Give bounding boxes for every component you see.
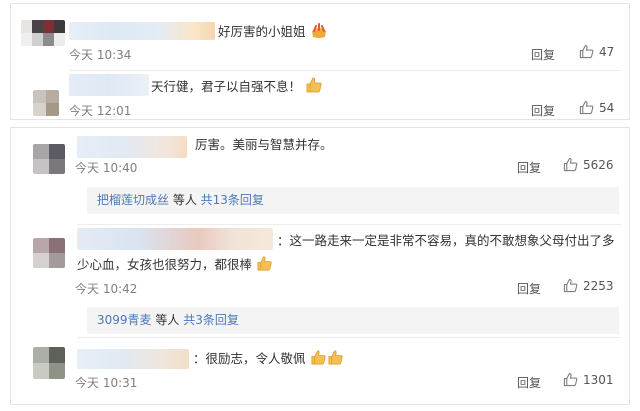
like-button[interactable]: 2253 (563, 278, 614, 293)
comment-text: ：这一路走来一定是非常不容易，真的不敢想象父母付出了多 (277, 233, 615, 248)
comment-text-continued: 少心血，女孩也很努力，都很棒 (77, 254, 273, 275)
like-count: 47 (599, 44, 615, 59)
comment-item: 好厉害的小姐姐 今天 10:34 回复 47 (11, 4, 629, 62)
avatar[interactable] (33, 90, 59, 116)
like-count: 5626 (583, 157, 614, 172)
comment-time: 今天 10:40 (75, 161, 138, 175)
comment-panel-top: 好厉害的小姐姐 今天 10:34 回复 47 天行健，君子以自强不息！ 今天 1… (10, 3, 630, 120)
like-button[interactable]: 1301 (563, 372, 614, 387)
comment-text: ：很励志，令人敬佩 (193, 348, 344, 369)
comment-time: 今天 10:34 (69, 48, 132, 62)
sub-reply-count-link[interactable]: 共13条回复 (201, 193, 264, 207)
thumbs-up-icon (579, 44, 594, 59)
like-button[interactable]: 54 (579, 100, 614, 115)
like-button[interactable]: 5626 (563, 157, 614, 172)
thumbs-up-emoji-icon (257, 256, 272, 271)
reply-button[interactable]: 回复 (531, 46, 555, 63)
sub-reply-middle-text: 等人 (151, 313, 184, 327)
username-blurred[interactable] (77, 136, 187, 158)
reply-button[interactable]: 回复 (517, 280, 541, 297)
sub-reply-user-link[interactable]: 3099青麦 (97, 313, 152, 327)
thumbs-up-icon (563, 372, 578, 387)
username-blurred[interactable] (69, 22, 215, 40)
sub-replies-box[interactable]: 把榴莲切成丝 等人 共13条回复 (87, 187, 619, 214)
like-count: 54 (599, 100, 615, 115)
thumbs-up-emoji-icon (311, 350, 326, 365)
thumbs-up-emoji-icon (328, 350, 343, 365)
like-count: 2253 (583, 278, 614, 293)
comment-item: ：这一路走来一定是非常不容易，真的不敢想象父母付出了多 少心血，女孩也很努力，都… (11, 224, 629, 338)
avatar[interactable] (21, 20, 65, 46)
comment-item: ：很励志，令人敬佩 今天 10:31 回复 1301 (11, 337, 629, 405)
sub-replies-box[interactable]: 3099青麦 等人 共3条回复 (87, 307, 619, 334)
comment-time: 今天 10:31 (75, 376, 138, 390)
like-count: 1301 (583, 372, 614, 387)
comment-panel-bottom: 厉害。美丽与智慧并存。 今天 10:40 回复 5626 把榴莲切成丝 等人 共… (10, 127, 630, 405)
thumbs-up-icon (563, 278, 578, 293)
comment-time: 今天 10:42 (75, 282, 138, 296)
celebrate-emoji-icon (311, 23, 326, 38)
username-blurred[interactable] (77, 349, 189, 369)
comment-time: 今天 12:01 (69, 104, 132, 118)
reply-button[interactable]: 回复 (531, 102, 555, 119)
avatar[interactable] (33, 238, 65, 268)
comment-text: 厉害。美丽与智慧并存。 (195, 137, 333, 152)
thumbs-up-icon (563, 157, 578, 172)
username-blurred[interactable] (69, 74, 149, 96)
like-button[interactable]: 47 (579, 44, 614, 59)
comment-item: 厉害。美丽与智慧并存。 今天 10:40 回复 5626 把榴莲切成丝 等人 共… (11, 128, 629, 218)
sub-reply-middle-text: 等人 (169, 193, 201, 207)
avatar[interactable] (33, 347, 65, 379)
sub-reply-count-link[interactable]: 共3条回复 (183, 313, 239, 327)
thumbs-up-emoji-icon (306, 77, 322, 93)
comment-text: 好厉害的小姐姐 (218, 21, 328, 42)
sub-reply-user-link[interactable]: 把榴莲切成丝 (97, 193, 169, 207)
reply-button[interactable]: 回复 (517, 374, 541, 391)
username-blurred[interactable] (77, 228, 273, 250)
reply-button[interactable]: 回复 (517, 159, 541, 176)
avatar[interactable] (33, 144, 65, 174)
thumbs-up-icon (579, 100, 594, 115)
comment-item: 天行健，君子以自强不息！ 今天 12:01 回复 54 (11, 62, 629, 120)
comment-text: 天行健，君子以自强不息！ (151, 76, 323, 97)
